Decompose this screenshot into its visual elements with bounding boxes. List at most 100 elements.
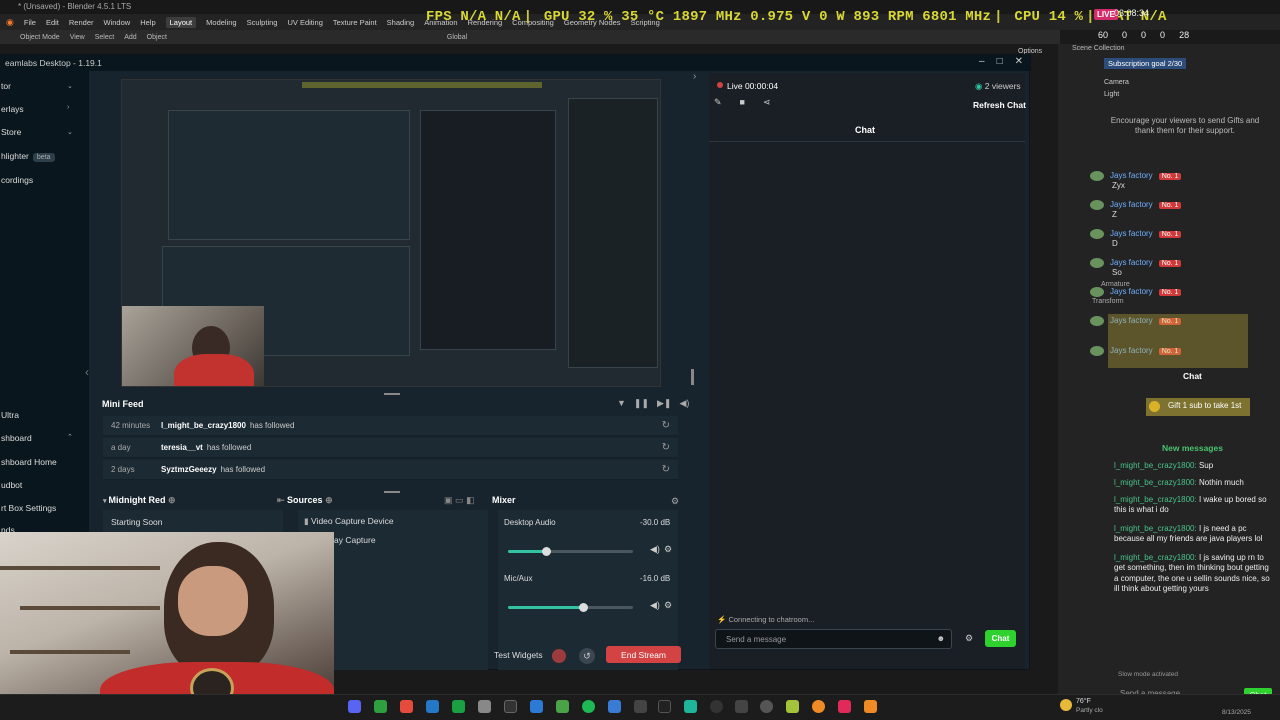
resize-handle[interactable] xyxy=(691,369,694,385)
filter-icon[interactable]: ▼ xyxy=(617,398,626,409)
emoji-icon[interactable]: ☻ xyxy=(937,634,945,643)
menu-help[interactable]: Help xyxy=(140,18,155,27)
properties-transform[interactable]: Transform xyxy=(1092,298,1124,305)
sidebar-item-highlighter[interactable]: hlighter beta xyxy=(1,151,55,162)
sidebar-item-store[interactable]: Store xyxy=(1,127,21,137)
settings-icon[interactable]: ◧ xyxy=(466,495,475,505)
properties-armature[interactable]: Armature xyxy=(1101,281,1130,288)
chat-send-button[interactable]: Chat xyxy=(985,630,1016,647)
sidebar-item-ultra[interactable]: Ultra xyxy=(1,410,19,420)
record-icon[interactable] xyxy=(552,649,566,663)
volume-slider[interactable] xyxy=(508,603,633,612)
capcut-icon[interactable] xyxy=(658,700,671,713)
expand-right-icon[interactable]: › xyxy=(693,71,696,82)
tab-sculpting[interactable]: Sculpting xyxy=(247,18,278,27)
blender-logo-icon[interactable]: ◉ xyxy=(6,17,14,28)
app-icon[interactable] xyxy=(735,700,748,713)
sidebar-item-recordings[interactable]: cordings xyxy=(1,175,33,185)
object-mode-select[interactable]: Object Mode xyxy=(20,34,60,41)
drag-handle[interactable] xyxy=(384,393,400,395)
notepad-icon[interactable] xyxy=(530,700,543,713)
xbox-icon[interactable] xyxy=(452,700,465,713)
mute-icon[interactable]: ◀) xyxy=(679,398,689,409)
volume-knob[interactable] xyxy=(541,547,551,556)
tab-modeling[interactable]: Modeling xyxy=(206,18,236,27)
skip-icon[interactable]: ▶❚ xyxy=(657,398,671,409)
mixer-settings-icon[interactable]: ⚙ xyxy=(671,496,679,507)
blender-icon[interactable] xyxy=(812,700,825,713)
discord-icon[interactable] xyxy=(348,700,361,713)
gear-icon[interactable]: ⚙ xyxy=(664,600,672,611)
scene-item[interactable]: Starting Soon xyxy=(111,517,163,527)
weather-temp[interactable]: 76°F xyxy=(1076,698,1091,705)
menu-edit[interactable]: Edit xyxy=(46,18,59,27)
document-icon[interactable] xyxy=(608,700,621,713)
chevron-right-icon[interactable]: › xyxy=(67,104,69,111)
chat-input[interactable]: Send a message ☻ xyxy=(715,629,952,649)
volume-slider[interactable] xyxy=(508,547,633,556)
refresh-chat-button[interactable]: Refresh Chat xyxy=(973,100,1026,110)
sidebar-item-cloudbot[interactable]: udbot xyxy=(1,480,22,490)
menu-add[interactable]: Add xyxy=(124,34,136,41)
chatgpt-icon[interactable] xyxy=(478,700,491,713)
brave-icon[interactable] xyxy=(400,700,413,713)
tab-layout[interactable]: Layout xyxy=(165,16,197,28)
source-item[interactable]: ay Capture xyxy=(334,535,376,545)
nvidia-icon[interactable] xyxy=(786,700,799,713)
menu-view[interactable]: View xyxy=(70,34,85,41)
tab-texture-paint[interactable]: Texture Paint xyxy=(333,18,377,27)
streamlabs-icon[interactable] xyxy=(684,700,697,713)
collapse-icon[interactable]: ⇤ xyxy=(277,495,287,505)
collapse-left-icon[interactable]: ‹ xyxy=(85,365,89,379)
github-icon[interactable] xyxy=(760,700,773,713)
store-icon[interactable] xyxy=(426,700,439,713)
sidebar-item-dashboard-home[interactable]: shboard Home xyxy=(1,457,57,467)
weather-desc[interactable]: Partly clo xyxy=(1076,707,1103,714)
obs-icon[interactable] xyxy=(710,700,723,713)
replay-icon[interactable]: ↻ xyxy=(662,420,670,431)
add-source-icon[interactable]: ⊕ xyxy=(325,495,333,505)
spotify-icon[interactable] xyxy=(582,700,595,713)
outliner-camera[interactable]: Camera xyxy=(1104,79,1129,86)
chat-settings-icon[interactable]: ⚙ xyxy=(965,633,973,644)
close-icon[interactable]: ✕ xyxy=(1015,56,1023,67)
chevron-up-icon[interactable]: ⌃ xyxy=(67,433,73,441)
speaker-icon[interactable]: ◀) xyxy=(650,544,660,555)
play-icon[interactable] xyxy=(374,700,387,713)
stream-preview[interactable] xyxy=(121,79,661,387)
outliner-light[interactable]: Light xyxy=(1104,91,1119,98)
folder-icon[interactable]: ▣ xyxy=(444,495,453,505)
taskbar-date[interactable]: 8/13/2025 xyxy=(1222,709,1251,716)
chevron-down-icon[interactable]: ⌄ xyxy=(67,82,73,90)
end-stream-button[interactable]: End Stream xyxy=(606,646,681,663)
add-scene-icon[interactable]: ⊕ xyxy=(168,495,176,505)
sidebar-item-alert-box-settings[interactable]: rt Box Settings xyxy=(1,503,56,513)
sidebar-item-overlays[interactable]: erlays xyxy=(1,104,24,114)
video-icon[interactable]: ■ xyxy=(740,97,745,108)
transform-orientation-select[interactable]: Global xyxy=(447,34,467,41)
weather-icon[interactable] xyxy=(1060,699,1072,711)
replay-icon[interactable]: ↻ xyxy=(662,442,670,453)
menu-window[interactable]: Window xyxy=(104,18,131,27)
drag-handle[interactable] xyxy=(384,491,400,493)
menu-file[interactable]: File xyxy=(24,18,36,27)
replay-buffer-icon[interactable]: ↺ xyxy=(579,648,595,664)
sidebar-item-editor[interactable]: tor xyxy=(1,81,11,91)
menu-object[interactable]: Object xyxy=(147,34,167,41)
tab-uv-editing[interactable]: UV Editing xyxy=(287,18,322,27)
minecraft-icon[interactable] xyxy=(556,700,569,713)
tiktok-icon[interactable] xyxy=(838,700,851,713)
maximize-icon[interactable]: □ xyxy=(997,56,1003,67)
minimize-icon[interactable]: – xyxy=(979,56,985,67)
edit-icon[interactable]: ✎ xyxy=(714,97,722,108)
app-icon[interactable] xyxy=(634,700,647,713)
speaker-icon[interactable]: ◀) xyxy=(650,600,660,611)
volume-knob[interactable] xyxy=(579,603,588,612)
chevron-down-icon[interactable]: ⌄ xyxy=(67,128,73,136)
tab-shading[interactable]: Shading xyxy=(387,18,415,27)
remove-icon[interactable]: ▭ xyxy=(455,495,464,505)
replay-icon[interactable]: ↻ xyxy=(662,464,670,475)
gear-icon[interactable]: ⚙ xyxy=(664,544,672,555)
blender-icon[interactable] xyxy=(864,700,877,713)
source-item[interactable]: ▮ Video Capture Device xyxy=(304,516,394,527)
